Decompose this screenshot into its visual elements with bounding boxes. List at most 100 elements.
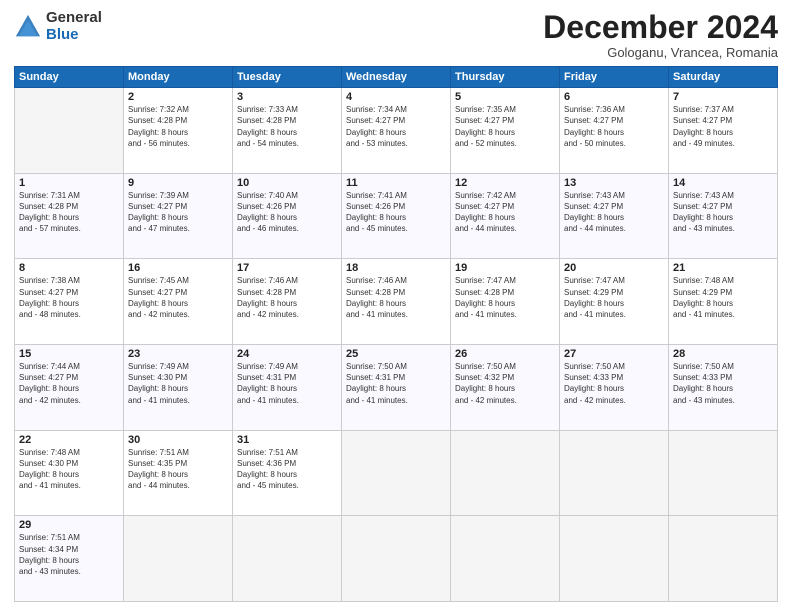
table-row bbox=[451, 430, 560, 516]
table-row bbox=[342, 430, 451, 516]
day-info: Sunrise: 7:44 AMSunset: 4:27 PMDaylight:… bbox=[19, 362, 81, 405]
day-info: Sunrise: 7:50 AMSunset: 4:33 PMDaylight:… bbox=[564, 362, 626, 405]
day-number: 18 bbox=[346, 262, 446, 274]
col-wednesday: Wednesday bbox=[342, 67, 451, 88]
title-block: December 2024 Gologanu, Vrancea, Romania bbox=[543, 10, 778, 60]
calendar-week-3: 15Sunrise: 7:44 AMSunset: 4:27 PMDayligh… bbox=[15, 345, 778, 431]
table-row: 27 Sunrise: 7:50 AMSunset: 4:33 PMDayligh… bbox=[560, 345, 669, 431]
day-number: 2 bbox=[128, 91, 228, 103]
page: General Blue December 2024 Gologanu, Vra… bbox=[0, 0, 792, 612]
table-row: 11Sunrise: 7:41 AMSunset: 4:26 PMDayligh… bbox=[342, 173, 451, 259]
table-row: 31 Sunrise: 7:51 AMSunset: 4:36 PMDayligh… bbox=[233, 430, 342, 516]
day-info: Sunrise: 7:32 AMSunset: 4:28 PMDaylight:… bbox=[128, 105, 190, 148]
table-row: 22 Sunrise: 7:48 AMSunset: 4:30 PMDayligh… bbox=[15, 430, 124, 516]
table-row: 3 Sunrise: 7:33 AMSunset: 4:28 PMDaylight… bbox=[233, 88, 342, 174]
calendar-week-0: 2 Sunrise: 7:32 AMSunset: 4:28 PMDaylight… bbox=[15, 88, 778, 174]
table-row: 26 Sunrise: 7:50 AMSunset: 4:32 PMDayligh… bbox=[451, 345, 560, 431]
day-info: Sunrise: 7:50 AMSunset: 4:33 PMDaylight:… bbox=[673, 362, 735, 405]
table-row: 9 Sunrise: 7:39 AMSunset: 4:27 PMDaylight… bbox=[124, 173, 233, 259]
table-row: 23Sunrise: 7:49 AMSunset: 4:30 PMDayligh… bbox=[124, 345, 233, 431]
logo: General Blue bbox=[14, 10, 102, 43]
table-row: 19 Sunrise: 7:47 AMSunset: 4:28 PMDayligh… bbox=[451, 259, 560, 345]
table-row: 6Sunrise: 7:36 AMSunset: 4:27 PMDaylight… bbox=[560, 88, 669, 174]
calendar-table: Sunday Monday Tuesday Wednesday Thursday… bbox=[14, 66, 778, 602]
col-saturday: Saturday bbox=[669, 67, 778, 88]
day-info: Sunrise: 7:48 AMSunset: 4:29 PMDaylight:… bbox=[673, 276, 735, 319]
day-info: Sunrise: 7:31 AMSunset: 4:28 PMDaylight:… bbox=[19, 191, 81, 234]
day-info: Sunrise: 7:49 AMSunset: 4:31 PMDaylight:… bbox=[237, 362, 299, 405]
table-row bbox=[669, 430, 778, 516]
day-info: Sunrise: 7:51 AMSunset: 4:34 PMDaylight:… bbox=[19, 533, 81, 576]
day-number: 27 bbox=[564, 348, 664, 360]
day-number: 23 bbox=[128, 348, 228, 360]
logo-general-text: General bbox=[46, 10, 102, 27]
day-info: Sunrise: 7:45 AMSunset: 4:27 PMDaylight:… bbox=[128, 276, 190, 319]
day-number: 9 bbox=[128, 177, 228, 189]
day-info: Sunrise: 7:46 AMSunset: 4:28 PMDaylight:… bbox=[237, 276, 299, 319]
calendar-body: 2 Sunrise: 7:32 AMSunset: 4:28 PMDaylight… bbox=[15, 88, 778, 602]
day-number: 29 bbox=[19, 519, 119, 531]
day-info: Sunrise: 7:51 AMSunset: 4:35 PMDaylight:… bbox=[128, 448, 190, 491]
day-number: 30 bbox=[128, 434, 228, 446]
day-info: Sunrise: 7:34 AMSunset: 4:27 PMDaylight:… bbox=[346, 105, 408, 148]
table-row: 28 Sunrise: 7:50 AMSunset: 4:33 PMDayligh… bbox=[669, 345, 778, 431]
table-row: 1 Sunrise: 7:31 AMSunset: 4:28 PMDaylight… bbox=[15, 173, 124, 259]
day-number: 4 bbox=[346, 91, 446, 103]
table-row bbox=[669, 516, 778, 602]
day-number: 11 bbox=[346, 177, 446, 189]
day-info: Sunrise: 7:39 AMSunset: 4:27 PMDaylight:… bbox=[128, 191, 190, 234]
day-number: 5 bbox=[455, 91, 555, 103]
col-friday: Friday bbox=[560, 67, 669, 88]
calendar-header-row: Sunday Monday Tuesday Wednesday Thursday… bbox=[15, 67, 778, 88]
table-row: 5Sunrise: 7:35 AMSunset: 4:27 PMDaylight… bbox=[451, 88, 560, 174]
calendar-week-4: 22 Sunrise: 7:48 AMSunset: 4:30 PMDayligh… bbox=[15, 430, 778, 516]
day-number: 25 bbox=[346, 348, 446, 360]
table-row bbox=[560, 516, 669, 602]
logo-text: General Blue bbox=[46, 10, 102, 43]
table-row bbox=[15, 88, 124, 174]
day-info: Sunrise: 7:33 AMSunset: 4:28 PMDaylight:… bbox=[237, 105, 299, 148]
table-row: 29 Sunrise: 7:51 AMSunset: 4:34 PMDayligh… bbox=[15, 516, 124, 602]
day-number: 22 bbox=[19, 434, 119, 446]
day-info: Sunrise: 7:43 AMSunset: 4:27 PMDaylight:… bbox=[673, 191, 735, 234]
table-row bbox=[124, 516, 233, 602]
logo-blue-text: Blue bbox=[46, 27, 102, 44]
table-row: 25Sunrise: 7:50 AMSunset: 4:31 PMDayligh… bbox=[342, 345, 451, 431]
day-info: Sunrise: 7:51 AMSunset: 4:36 PMDaylight:… bbox=[237, 448, 299, 491]
day-number: 19 bbox=[455, 262, 555, 274]
table-row bbox=[233, 516, 342, 602]
table-row: 30 Sunrise: 7:51 AMSunset: 4:35 PMDayligh… bbox=[124, 430, 233, 516]
table-row: 13Sunrise: 7:43 AMSunset: 4:27 PMDayligh… bbox=[560, 173, 669, 259]
day-number: 7 bbox=[673, 91, 773, 103]
table-row: 10Sunrise: 7:40 AMSunset: 4:26 PMDayligh… bbox=[233, 173, 342, 259]
table-row bbox=[342, 516, 451, 602]
calendar-week-1: 1 Sunrise: 7:31 AMSunset: 4:28 PMDaylight… bbox=[15, 173, 778, 259]
day-info: Sunrise: 7:38 AMSunset: 4:27 PMDaylight:… bbox=[19, 276, 81, 319]
calendar-week-2: 8Sunrise: 7:38 AMSunset: 4:27 PMDaylight… bbox=[15, 259, 778, 345]
day-number: 14 bbox=[673, 177, 773, 189]
day-info: Sunrise: 7:48 AMSunset: 4:30 PMDaylight:… bbox=[19, 448, 81, 491]
day-number: 20 bbox=[564, 262, 664, 274]
day-number: 16 bbox=[128, 262, 228, 274]
table-row: 4 Sunrise: 7:34 AMSunset: 4:27 PMDaylight… bbox=[342, 88, 451, 174]
table-row: 14 Sunrise: 7:43 AMSunset: 4:27 PMDayligh… bbox=[669, 173, 778, 259]
day-number: 28 bbox=[673, 348, 773, 360]
day-number: 31 bbox=[237, 434, 337, 446]
day-number: 24 bbox=[237, 348, 337, 360]
table-row: 21Sunrise: 7:48 AMSunset: 4:29 PMDayligh… bbox=[669, 259, 778, 345]
day-number: 1 bbox=[19, 177, 119, 189]
day-number: 6 bbox=[564, 91, 664, 103]
day-number: 3 bbox=[237, 91, 337, 103]
month-title: December 2024 bbox=[543, 10, 778, 45]
table-row: 16 Sunrise: 7:45 AMSunset: 4:27 PMDayligh… bbox=[124, 259, 233, 345]
day-number: 12 bbox=[455, 177, 555, 189]
day-info: Sunrise: 7:50 AMSunset: 4:32 PMDaylight:… bbox=[455, 362, 517, 405]
table-row: 7Sunrise: 7:37 AMSunset: 4:27 PMDaylight… bbox=[669, 88, 778, 174]
col-sunday: Sunday bbox=[15, 67, 124, 88]
day-info: Sunrise: 7:47 AMSunset: 4:28 PMDaylight:… bbox=[455, 276, 517, 319]
day-number: 26 bbox=[455, 348, 555, 360]
table-row: 17Sunrise: 7:46 AMSunset: 4:28 PMDayligh… bbox=[233, 259, 342, 345]
table-row: 15Sunrise: 7:44 AMSunset: 4:27 PMDayligh… bbox=[15, 345, 124, 431]
table-row: 20Sunrise: 7:47 AMSunset: 4:29 PMDayligh… bbox=[560, 259, 669, 345]
header: General Blue December 2024 Gologanu, Vra… bbox=[14, 10, 778, 60]
